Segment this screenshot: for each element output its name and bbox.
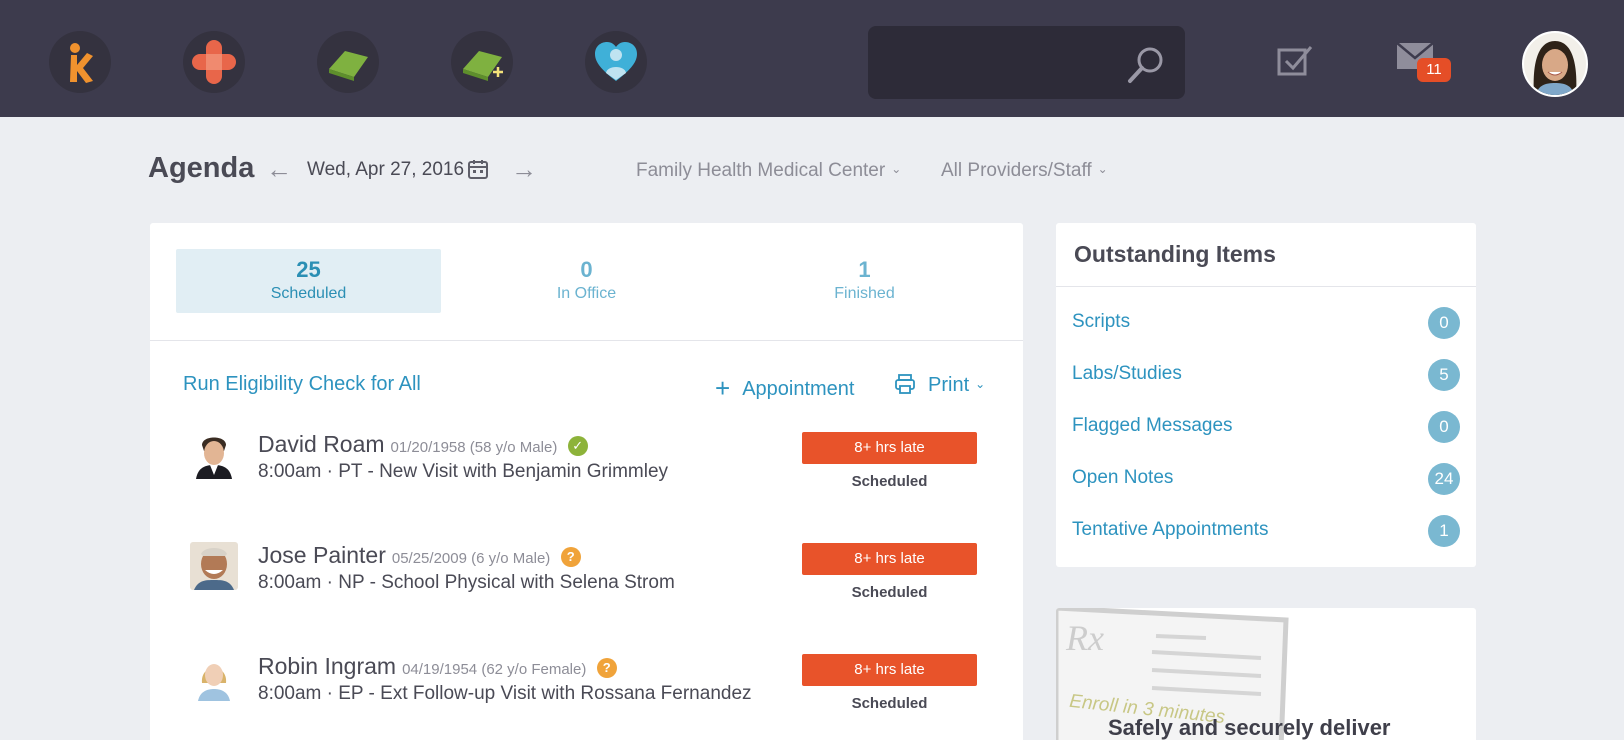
svg-text:Rx: Rx bbox=[1065, 618, 1104, 658]
visit-details: 8:00am · EP - Ext Follow-up Visit with R… bbox=[258, 683, 752, 704]
heart-person-icon[interactable] bbox=[585, 31, 647, 93]
outstanding-item-count: 24 bbox=[1428, 463, 1460, 495]
agenda-panel: 25 Scheduled 0 In Office 1 Finished Run … bbox=[150, 223, 1023, 740]
outstanding-item-open-notes[interactable]: Open Notes 24 bbox=[1072, 463, 1460, 495]
kareo-logo-icon[interactable] bbox=[49, 31, 111, 93]
eraser-add-icon[interactable] bbox=[451, 31, 513, 93]
run-eligibility-link[interactable]: Run Eligibility Check for All bbox=[183, 373, 421, 396]
in-office-label: In Office bbox=[556, 285, 617, 302]
search-icon[interactable] bbox=[1124, 43, 1168, 87]
tasks-checkbox-icon[interactable] bbox=[1276, 42, 1316, 78]
patient-dob: 04/19/1954 (62 y/o Female) bbox=[402, 661, 587, 678]
appointment-label: Appointment bbox=[742, 378, 855, 400]
patient-photo bbox=[190, 431, 238, 479]
late-badge: 8+ hrs late bbox=[802, 654, 977, 686]
in-office-count: 0 bbox=[580, 257, 593, 282]
providers-dropdown[interactable]: All Providers/Staff ⌄ bbox=[941, 160, 1108, 182]
late-badge: 8+ hrs late bbox=[802, 543, 977, 575]
promo-heading: Safely and securely deliver bbox=[1108, 715, 1391, 740]
patient-name-line: Jose Painter 05/25/2009 (6 y/o Male) ? bbox=[258, 542, 581, 569]
printer-icon bbox=[895, 374, 915, 394]
appointment-row[interactable]: Jose Painter 05/25/2009 (6 y/o Male) ? 8:… bbox=[150, 542, 1023, 642]
patient-photo bbox=[190, 653, 238, 701]
patient-dob: 01/20/1958 (58 y/o Male) bbox=[390, 439, 558, 456]
appointment-row[interactable]: David Roam 01/20/1958 (58 y/o Male) ✓ 8:0… bbox=[150, 431, 1023, 531]
outstanding-items-title: Outstanding Items bbox=[1074, 241, 1276, 267]
current-date[interactable]: Wed, Apr 27, 2016 bbox=[307, 159, 464, 181]
add-appointment-button[interactable]: + Appointment bbox=[715, 373, 854, 404]
finished-count: 1 bbox=[858, 257, 871, 282]
chevron-down-icon: ⌄ bbox=[975, 377, 986, 391]
tab-finished[interactable]: 1 Finished bbox=[732, 249, 997, 313]
outstanding-item-label: Flagged Messages bbox=[1072, 415, 1233, 436]
print-label: Print bbox=[928, 374, 970, 396]
calendar-icon[interactable] bbox=[467, 158, 489, 180]
bandage-icon[interactable] bbox=[183, 31, 245, 93]
eligibility-unknown-icon: ? bbox=[596, 658, 617, 678]
chevron-down-icon: ⌄ bbox=[1097, 162, 1108, 176]
print-button[interactable]: Print ⌄ bbox=[894, 373, 985, 397]
scheduled-label: Scheduled bbox=[270, 285, 347, 302]
outstanding-item-label: Scripts bbox=[1072, 311, 1131, 332]
top-navigation-bar: 11 bbox=[0, 0, 1624, 117]
appointment-status[interactable]: Scheduled bbox=[802, 695, 977, 712]
outstanding-item-count: 5 bbox=[1428, 359, 1460, 391]
patient-name-line: Robin Ingram 04/19/1954 (62 y/o Female) ? bbox=[258, 653, 617, 680]
providers-label: All Providers/Staff bbox=[941, 160, 1092, 181]
outstanding-item-scripts[interactable]: Scripts 0 bbox=[1072, 307, 1460, 339]
page-title: Agenda bbox=[148, 152, 255, 184]
patient-name[interactable]: Robin Ingram bbox=[258, 653, 396, 679]
location-label: Family Health Medical Center bbox=[636, 160, 886, 181]
previous-day-arrow[interactable]: ← bbox=[266, 154, 292, 185]
search-box[interactable] bbox=[868, 26, 1185, 99]
tab-in-office[interactable]: 0 In Office bbox=[454, 249, 719, 313]
finished-label: Finished bbox=[834, 285, 895, 302]
patient-photo bbox=[190, 542, 238, 590]
outstanding-item-count: 0 bbox=[1428, 307, 1460, 339]
next-day-arrow[interactable]: → bbox=[511, 154, 537, 185]
eligibility-verified-icon: ✓ bbox=[567, 436, 588, 456]
scheduled-count: 25 bbox=[296, 257, 321, 282]
outstanding-item-labs[interactable]: Labs/Studies 5 bbox=[1072, 359, 1460, 391]
appointment-status[interactable]: Scheduled bbox=[802, 473, 977, 490]
appointment-status[interactable]: Scheduled bbox=[802, 584, 977, 601]
eraser-icon[interactable] bbox=[317, 31, 379, 93]
patient-name[interactable]: David Roam bbox=[258, 431, 385, 457]
eligibility-unknown-icon: ? bbox=[560, 547, 581, 567]
patient-name-line: David Roam 01/20/1958 (58 y/o Male) ✓ bbox=[258, 431, 588, 458]
location-dropdown[interactable]: Family Health Medical Center ⌄ bbox=[636, 160, 901, 182]
eprescribe-promo-card[interactable]: Rx Enroll in 3 minutes Safely and secure… bbox=[1056, 608, 1476, 740]
chevron-down-icon: ⌄ bbox=[891, 162, 902, 176]
mail-count-badge: 11 bbox=[1417, 58, 1451, 82]
divider bbox=[1056, 286, 1476, 287]
outstanding-item-count: 1 bbox=[1428, 515, 1460, 547]
user-avatar[interactable] bbox=[1522, 31, 1588, 97]
patient-name[interactable]: Jose Painter bbox=[258, 542, 386, 568]
appointment-row[interactable]: Robin Ingram 04/19/1954 (62 y/o Female) ?… bbox=[150, 653, 1023, 740]
outstanding-item-count: 0 bbox=[1428, 411, 1460, 443]
outstanding-item-label: Open Notes bbox=[1072, 467, 1174, 488]
plus-icon: + bbox=[715, 373, 731, 403]
visit-details: 8:00am · NP - School Physical with Selen… bbox=[258, 572, 675, 593]
outstanding-item-flagged-messages[interactable]: Flagged Messages 0 bbox=[1072, 411, 1460, 443]
tab-scheduled[interactable]: 25 Scheduled bbox=[176, 249, 441, 313]
visit-details: 8:00am · PT - New Visit with Benjamin Gr… bbox=[258, 461, 669, 482]
late-badge: 8+ hrs late bbox=[802, 432, 977, 464]
outstanding-item-tentative-appointments[interactable]: Tentative Appointments 1 bbox=[1072, 515, 1460, 547]
search-input[interactable] bbox=[882, 44, 1112, 80]
divider bbox=[150, 340, 1023, 341]
patient-dob: 05/25/2009 (6 y/o Male) bbox=[391, 550, 551, 567]
outstanding-items-panel: Outstanding Items Scripts 0 Labs/Studies… bbox=[1056, 223, 1476, 567]
outstanding-item-label: Tentative Appointments bbox=[1072, 519, 1269, 540]
outstanding-item-label: Labs/Studies bbox=[1072, 363, 1182, 384]
